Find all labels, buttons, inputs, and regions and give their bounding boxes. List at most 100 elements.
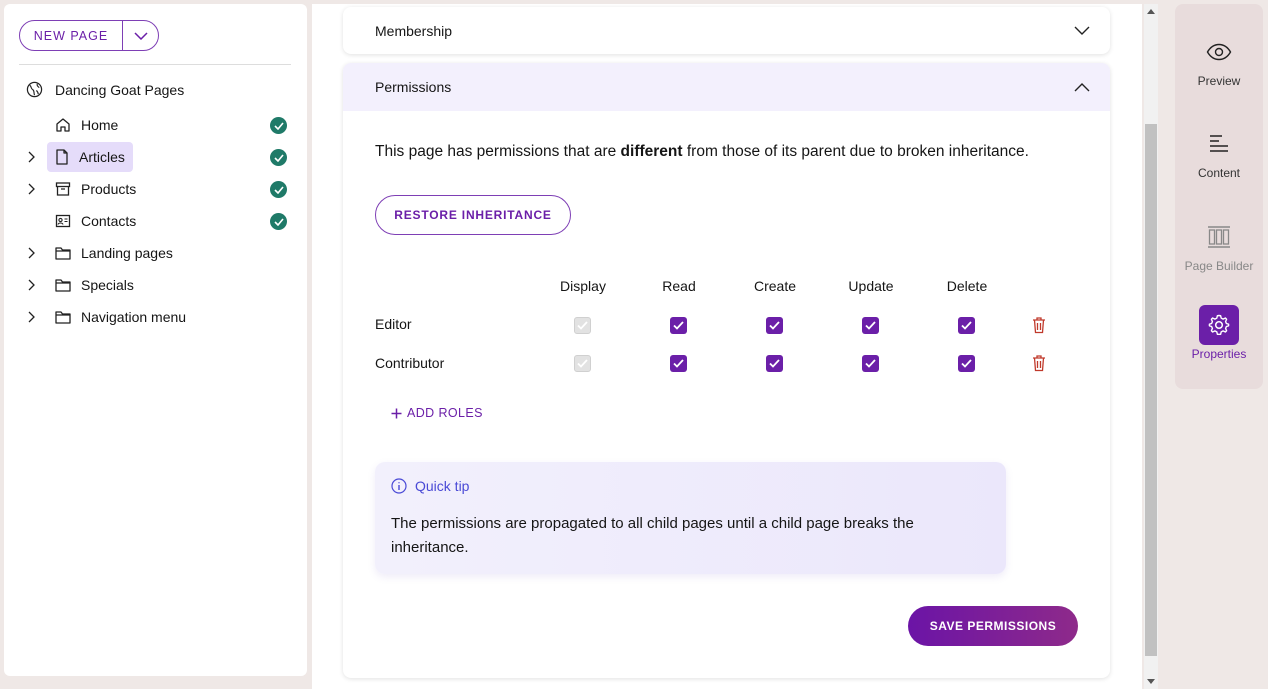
- scroll-up-arrow[interactable]: [1147, 9, 1155, 14]
- tree-item-label: Articles: [79, 149, 125, 165]
- role-name-contributor: Contributor: [375, 355, 445, 371]
- contributor-display-checkbox: [574, 355, 591, 372]
- contributor-delete-checkbox[interactable]: [958, 355, 975, 372]
- folder-icon: [55, 279, 71, 292]
- editor-create-checkbox[interactable]: [766, 317, 783, 334]
- quick-tip-header: Quick tip: [391, 478, 469, 494]
- save-permissions-button[interactable]: SAVE PERMISSIONS: [908, 606, 1078, 646]
- tree-item-articles[interactable]: Articles: [4, 141, 307, 173]
- tree-item-pill[interactable]: Contacts: [47, 206, 144, 236]
- column-header-create: Create: [753, 278, 797, 294]
- trash-icon[interactable]: [1031, 316, 1047, 334]
- published-status-icon: [270, 149, 287, 166]
- editor-delete-checkbox[interactable]: [958, 317, 975, 334]
- chevron-right-icon: [28, 183, 35, 195]
- editor-update-checkbox[interactable]: [862, 317, 879, 334]
- tree-item-label: Specials: [81, 277, 134, 293]
- folder-icon: [55, 311, 71, 324]
- quick-tip-text: The permissions are propagated to all ch…: [391, 515, 914, 556]
- rail-item-preview[interactable]: Preview: [1175, 32, 1263, 88]
- tree-item-pill[interactable]: Specials: [47, 270, 142, 300]
- editor-display-checkbox: [574, 317, 591, 334]
- tree-item-label: Products: [81, 181, 137, 197]
- tree-item-navigation-menu[interactable]: Navigation menu: [4, 301, 307, 333]
- trash-icon[interactable]: [1031, 354, 1047, 372]
- rail-item-properties[interactable]: Properties: [1175, 305, 1263, 361]
- tree-item-label: Contacts: [81, 213, 137, 229]
- membership-header[interactable]: Membership: [343, 7, 1110, 54]
- permissions-header[interactable]: Permissions: [343, 63, 1110, 111]
- tree-item-landing-pages[interactable]: Landing pages: [4, 237, 307, 269]
- tree-item-contacts[interactable]: Contacts: [4, 205, 307, 237]
- rail-item-label: Properties: [1191, 347, 1247, 361]
- home-icon: [56, 118, 70, 132]
- expand-toggle[interactable]: [24, 150, 38, 164]
- permissions-description: This page has permissions that are diffe…: [375, 143, 1029, 161]
- cog-icon: [1199, 305, 1239, 345]
- scroll-down-arrow[interactable]: [1147, 679, 1155, 684]
- rail-item-label: Content: [1197, 166, 1241, 180]
- info-icon: [391, 478, 407, 494]
- file-icon: [56, 149, 68, 165]
- divider: [19, 64, 291, 65]
- scrollbar-thumb[interactable]: [1145, 124, 1157, 656]
- rail-item-label: Page Builder: [1184, 259, 1254, 273]
- tree-item-pill[interactable]: Products: [47, 174, 144, 204]
- chevron-right-icon: [28, 279, 35, 291]
- column-header-display: Display: [560, 278, 606, 294]
- editor-read-checkbox[interactable]: [670, 317, 687, 334]
- tree-item-pill[interactable]: Articles: [47, 142, 133, 172]
- expand-toggle[interactable]: [24, 182, 38, 196]
- permissions-title: Permissions: [375, 79, 452, 95]
- membership-title: Membership: [375, 22, 453, 39]
- tree-item-pill[interactable]: Home: [47, 110, 126, 140]
- chevron-right-icon: [28, 247, 35, 259]
- tree-item-pill[interactable]: Landing pages: [47, 238, 181, 268]
- tree-item-pill[interactable]: Navigation menu: [47, 302, 194, 332]
- column-header-delete: Delete: [946, 278, 988, 294]
- column-header-update: Update: [848, 278, 894, 294]
- chevron-right-icon: [28, 151, 35, 163]
- column-header-read: Read: [662, 278, 696, 294]
- chevron-down-icon: [1074, 26, 1090, 35]
- rail-item-content[interactable]: Content: [1175, 124, 1263, 180]
- tree-item-home[interactable]: Home: [4, 109, 307, 141]
- tree-item-products[interactable]: Products: [4, 173, 307, 205]
- new-page-button[interactable]: NEW PAGE: [20, 29, 122, 43]
- page-builder-icon: [1199, 217, 1239, 257]
- chevron-right-icon: [28, 311, 35, 323]
- contributor-create-checkbox[interactable]: [766, 355, 783, 372]
- desc-text: from those of its parent due to broken i…: [682, 143, 1029, 160]
- add-roles-button[interactable]: ADD ROLES: [391, 406, 483, 420]
- plus-icon: [391, 408, 402, 418]
- new-page-split-button: NEW PAGE: [19, 20, 159, 51]
- desc-text: This page has permissions that are: [375, 143, 621, 160]
- tree-root-label: Dancing Goat Pages: [55, 81, 185, 98]
- new-page-dropdown-toggle[interactable]: [123, 21, 158, 50]
- published-status-icon: [270, 117, 287, 134]
- published-status-icon: [270, 213, 287, 230]
- folder-icon: [55, 247, 71, 260]
- chevron-down-icon: [133, 31, 148, 40]
- quick-tip-box: Quick tip The permissions are propagated…: [375, 462, 1006, 574]
- contact-card-icon: [55, 214, 71, 228]
- restore-inheritance-button[interactable]: RESTORE INHERITANCE: [375, 195, 571, 235]
- archive-icon: [55, 182, 71, 196]
- text-align-icon: [1199, 124, 1239, 164]
- chevron-up-icon: [1074, 82, 1090, 91]
- right-tool-rail: Preview Content Page Builder Properties: [1175, 4, 1263, 389]
- add-roles-label: ADD ROLES: [407, 406, 483, 420]
- tree-item-specials[interactable]: Specials: [4, 269, 307, 301]
- role-name-editor: Editor: [375, 316, 412, 332]
- main-scrollbar[interactable]: [1144, 4, 1158, 689]
- eye-icon: [1199, 32, 1239, 72]
- published-status-icon: [270, 181, 287, 198]
- desc-bold: different: [620, 143, 683, 160]
- tree-root[interactable]: Dancing Goat Pages: [26, 81, 184, 98]
- expand-toggle[interactable]: [24, 310, 38, 324]
- expand-toggle[interactable]: [24, 246, 38, 260]
- contributor-update-checkbox[interactable]: [862, 355, 879, 372]
- globe-icon: [26, 81, 43, 98]
- expand-toggle[interactable]: [24, 278, 38, 292]
- contributor-read-checkbox[interactable]: [670, 355, 687, 372]
